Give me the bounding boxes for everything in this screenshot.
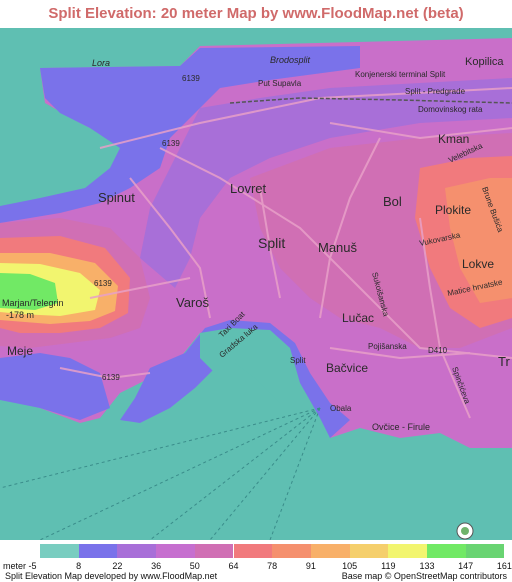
label-manus: Manuš (318, 240, 358, 255)
legend-tick-label: 105 (342, 561, 358, 571)
label-ovcice-firule: Ovčice - Firule (372, 422, 430, 432)
legend-swatch (78, 544, 118, 558)
legend-swatch (156, 544, 195, 558)
legend-tick-label: meter -5 (3, 561, 37, 571)
legend-tick-label: 22 (112, 561, 123, 571)
osm-logo-icon (456, 522, 474, 540)
legend-tick-label: 78 (267, 561, 278, 571)
label-lokve: Lokve (462, 257, 494, 271)
label-d410: D410 (428, 346, 448, 355)
label-split-port: Split (290, 356, 306, 365)
label-varos: Varoš (176, 295, 209, 310)
legend-tick-label: 91 (305, 561, 316, 571)
legend-swatch (194, 544, 234, 558)
label-pojisanska: Pojišanska (368, 342, 407, 351)
label-kopilica: Kopilica (465, 56, 504, 68)
legend-tick-label: 50 (189, 561, 200, 571)
label-split-predgrade: Split - Predgrade (405, 87, 466, 96)
legend-tick-label: 36 (151, 561, 162, 571)
road-6139-south: 6139 (102, 373, 120, 382)
legend-swatch (40, 544, 79, 558)
road-6139-north: 6139 (182, 74, 200, 83)
label-domovinskog-rata: Domovinskog rata (418, 105, 483, 114)
label-telegrin: Marjan/Telegrin (2, 298, 64, 308)
legend-swatch (349, 544, 389, 558)
label-obala: Obala (330, 404, 352, 413)
label-bacvice: Bačvice (326, 361, 368, 375)
legend-swatch (310, 544, 350, 558)
label-split: Split (258, 235, 285, 251)
label-kman: Kman (438, 132, 469, 146)
legend-tick-label: 133 (419, 561, 435, 571)
label-lora: Lora (92, 58, 110, 68)
page-title: Split Elevation: 20 meter Map by www.Flo… (48, 5, 464, 22)
legend-swatch (388, 544, 427, 558)
label-spinut: Spinut (98, 190, 135, 205)
label-tr: Tr (498, 354, 510, 369)
label-elevation-178: -178 m (6, 310, 34, 320)
road-6139-marjan: 6139 (94, 279, 112, 288)
openstreetmap-logo[interactable] (456, 522, 476, 540)
legend-swatch (465, 544, 505, 558)
road-6139-center: 6139 (162, 139, 180, 148)
label-brodosplit: Brodosplit (270, 55, 311, 65)
credit-floodmap[interactable]: Split Elevation Map developed by www.Flo… (5, 571, 217, 581)
legend-tick-label: 64 (228, 561, 239, 571)
label-lucac: Lučac (342, 311, 374, 325)
legend-swatch (272, 544, 311, 558)
label-meje: Meje (7, 344, 33, 358)
label-plokite: Plokite (435, 203, 471, 217)
legend-tick-label: 161 (496, 561, 512, 571)
legend-swatch (427, 544, 466, 558)
label-bol: Bol (383, 194, 402, 209)
credit-osm[interactable]: Base map © OpenStreetMap contributors (342, 571, 507, 581)
elevation-map[interactable]: Split Lora Brodosplit Kopilica Konjeners… (0, 28, 512, 540)
legend-swatch (233, 544, 273, 558)
label-put-supavla: Put Supavla (258, 79, 302, 88)
legend-tick-label: 119 (381, 561, 396, 571)
legend-tick-label: 147 (458, 561, 474, 571)
label-lovret: Lovret (230, 181, 267, 196)
legend-tick-label: 8 (76, 561, 82, 571)
label-konjenerski: Konjenerski terminal Split (355, 70, 446, 79)
elevation-legend: meter -5 8 22 36 50 64 78 91 105 119 133 147 161 Spl… (0, 540, 512, 582)
map-canvas[interactable]: Split Lora Brodosplit Kopilica Konjeners… (0, 28, 512, 540)
legend-swatch (117, 544, 157, 558)
